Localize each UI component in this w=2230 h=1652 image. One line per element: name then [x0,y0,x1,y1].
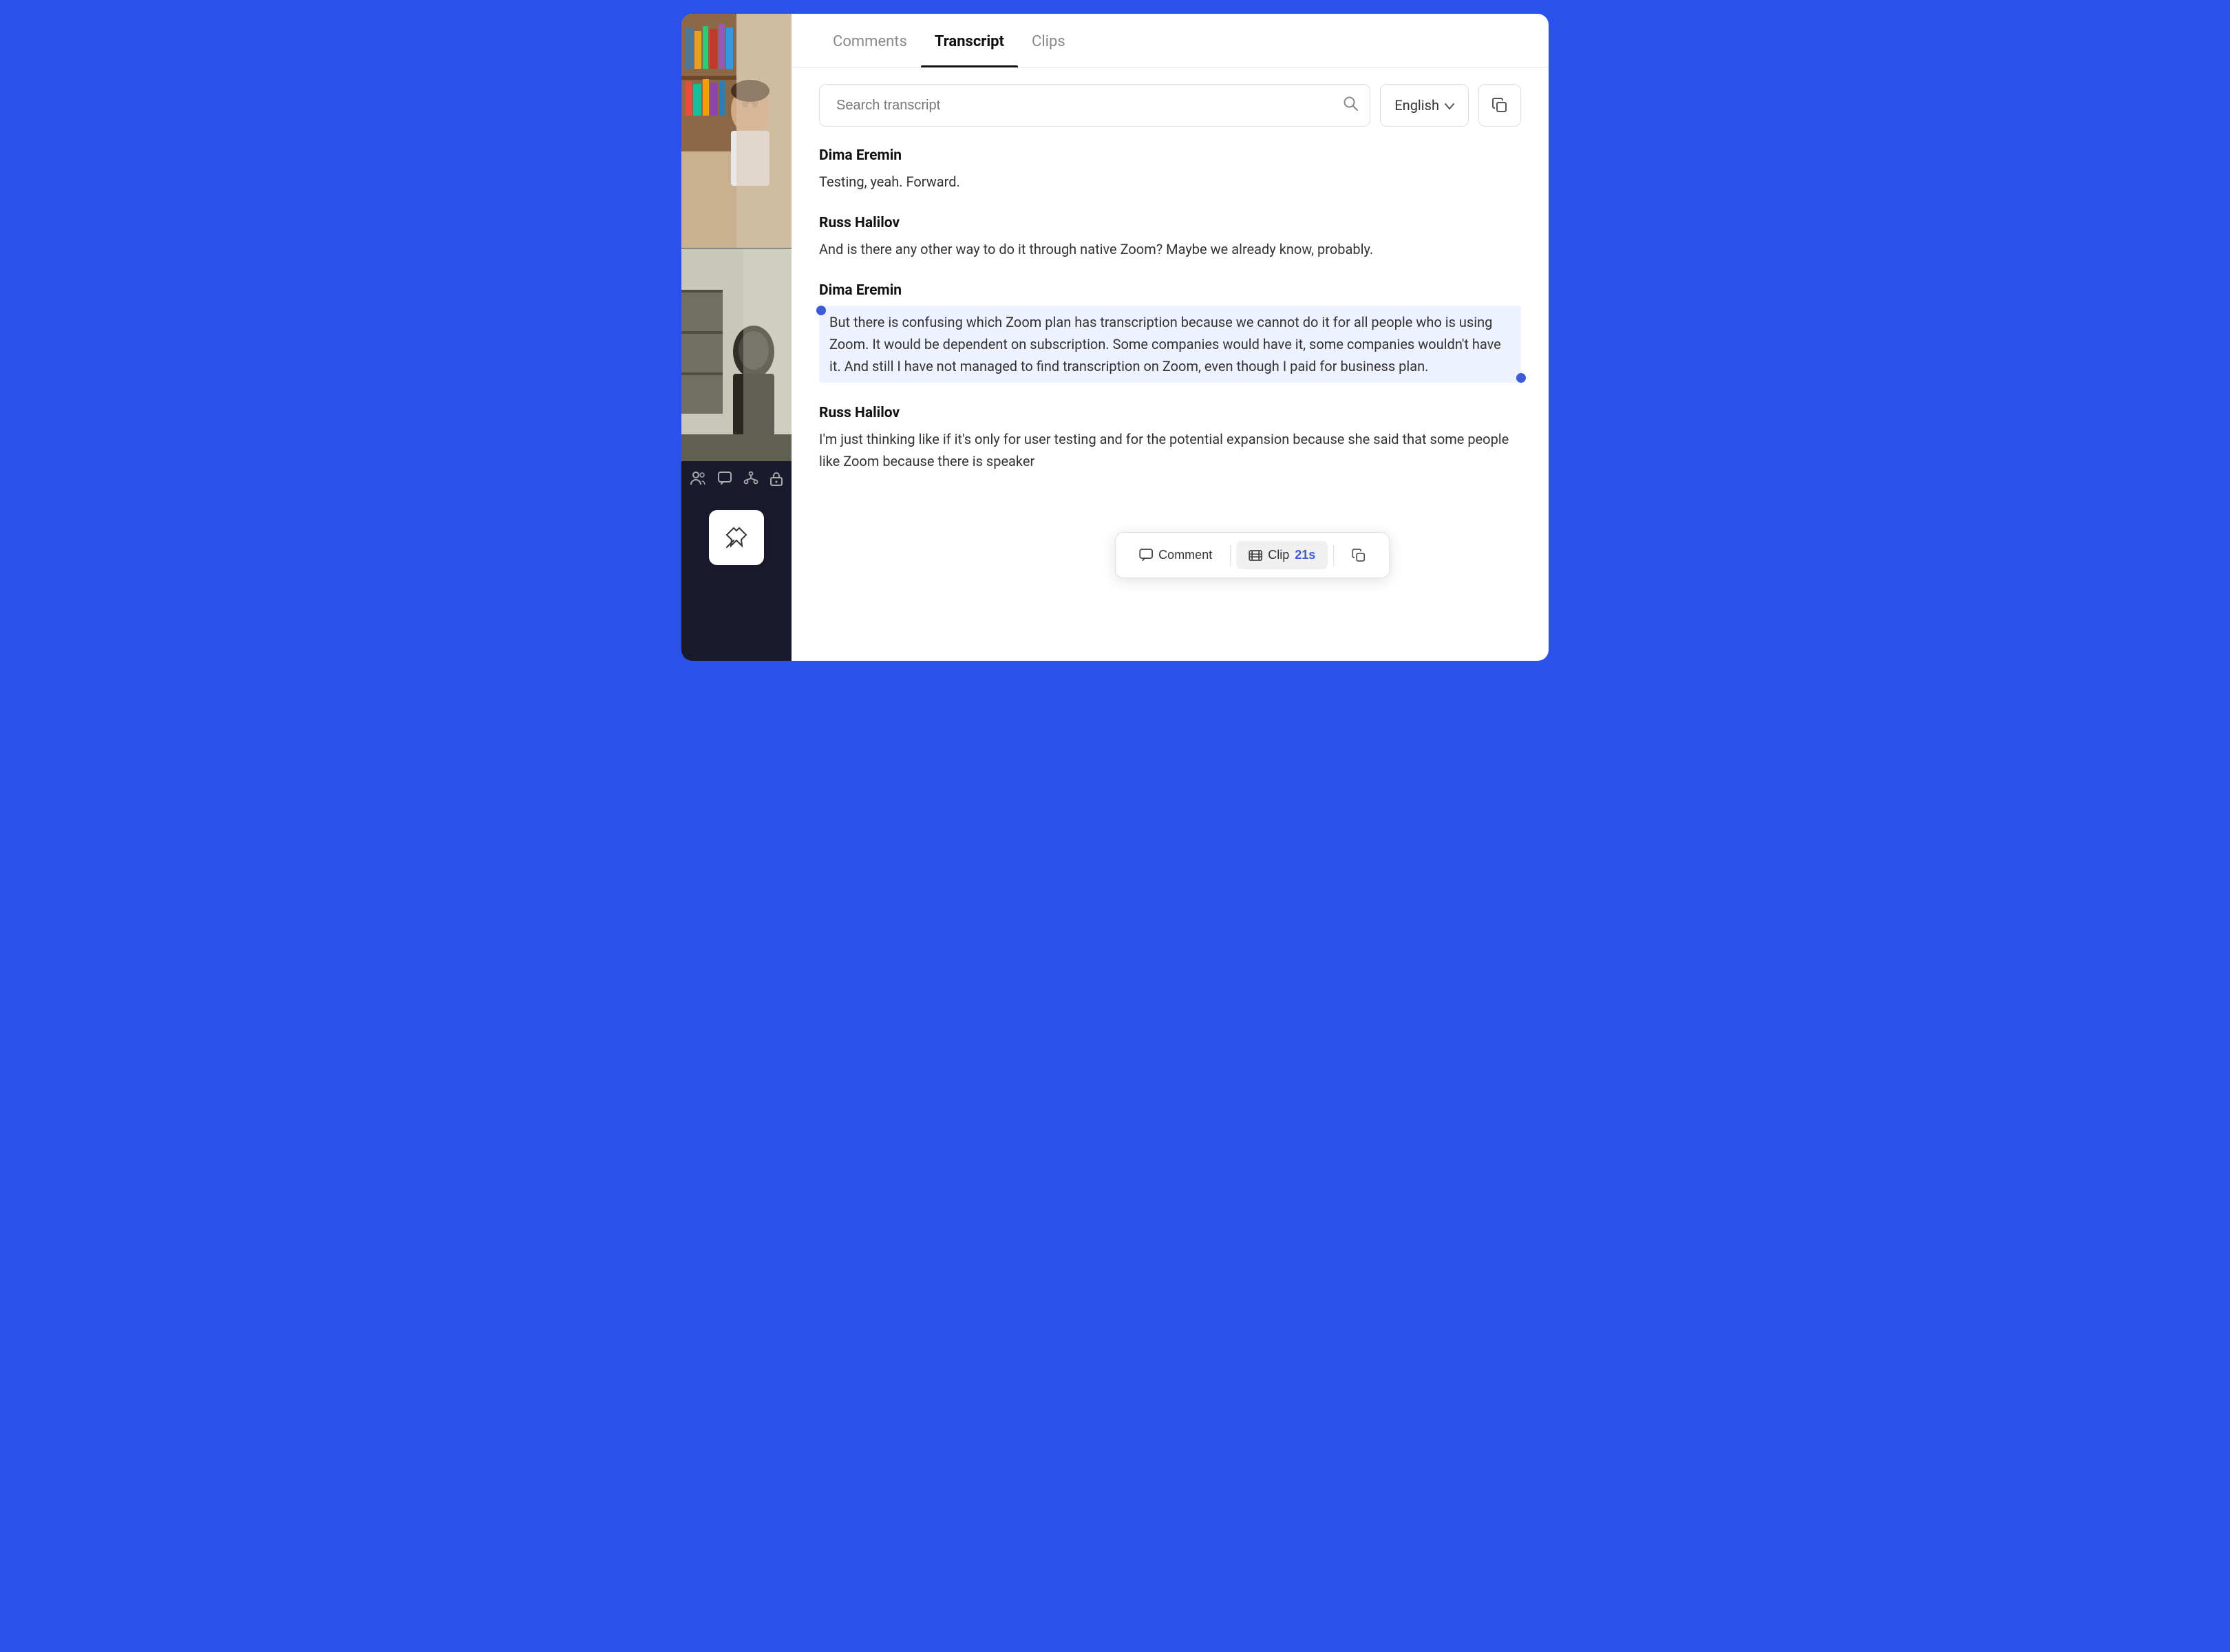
tab-transcript[interactable]: Transcript [921,14,1018,67]
people-icon[interactable] [690,471,706,489]
transcript-entry-3: Dima Eremin But there is confusing which… [819,282,1521,383]
comment-icon [1139,549,1153,562]
comment-button[interactable]: Comment [1127,541,1224,569]
clip-icon [1249,549,1262,562]
speaker-name-2: Russ Halilov [819,215,1521,231]
sidebar-controls [681,461,792,499]
copy-icon [1491,97,1508,114]
selection-handle-bottom[interactable] [1516,373,1526,383]
clip-button[interactable]: Clip 21s [1236,541,1328,569]
toolbar-copy-icon [1352,549,1366,562]
comment-label: Comment [1158,548,1212,562]
video-top [681,14,792,248]
transcript-entry-2: Russ Halilov And is there any other way … [819,215,1521,260]
chat-icon[interactable] [717,471,732,489]
selection-handle-top[interactable] [816,306,826,315]
video-placeholder-top [681,14,792,248]
transcript-entry-4: Russ Halilov I'm just thinking like if i… [819,405,1521,472]
language-selector[interactable]: English [1380,84,1469,127]
language-label: English [1394,97,1439,114]
video-placeholder-bottom [681,248,792,461]
tree-icon[interactable] [743,471,758,489]
clip-label: Clip [1268,548,1289,562]
selection-wrapper: But there is confusing which Zoom plan h… [819,306,1521,383]
speaker-name-1: Dima Eremin [819,147,1521,164]
transcript-entry-1: Dima Eremin Testing, yeah. Forward. [819,147,1521,193]
speaker-name-4: Russ Halilov [819,405,1521,421]
copy-button[interactable] [1478,84,1521,127]
search-input[interactable] [819,84,1370,127]
tab-clips[interactable]: Clips [1018,14,1079,67]
search-icon[interactable] [1343,96,1358,115]
transcript-text-3: But there is confusing which Zoom plan h… [829,311,1513,377]
app-wrapper: Comments Transcript Clips Eng [681,14,1549,661]
chevron-down-icon [1445,97,1454,114]
transcript-content: Dima Eremin Testing, yeah. Forward. Russ… [792,140,1549,661]
transcript-text-2: And is there any other way to do it thro… [819,238,1521,260]
clip-duration: 21s [1295,548,1315,562]
toolbar-separator [1230,545,1231,566]
pin-icon [724,525,749,550]
pin-button[interactable] [709,510,764,565]
tabs-bar: Comments Transcript Clips [792,14,1549,67]
search-wrapper [819,84,1370,127]
lock-icon[interactable] [769,471,783,489]
main-panel: Comments Transcript Clips Eng [792,14,1549,661]
transcript-text-1: Testing, yeah. Forward. [819,171,1521,193]
search-area: English [792,67,1549,140]
transcript-text-4: I'm just thinking like if it's only for … [819,428,1521,472]
toolbar-separator-2 [1333,545,1334,566]
speaker-name-3: Dima Eremin [819,282,1521,299]
transcript-text-block-3: But there is confusing which Zoom plan h… [819,306,1521,383]
video-bottom [681,248,792,461]
floating-toolbar: Comment Clip 21s [1115,532,1390,578]
sidebar [681,14,792,661]
toolbar-copy-button[interactable] [1339,542,1378,569]
tab-comments[interactable]: Comments [819,14,921,67]
